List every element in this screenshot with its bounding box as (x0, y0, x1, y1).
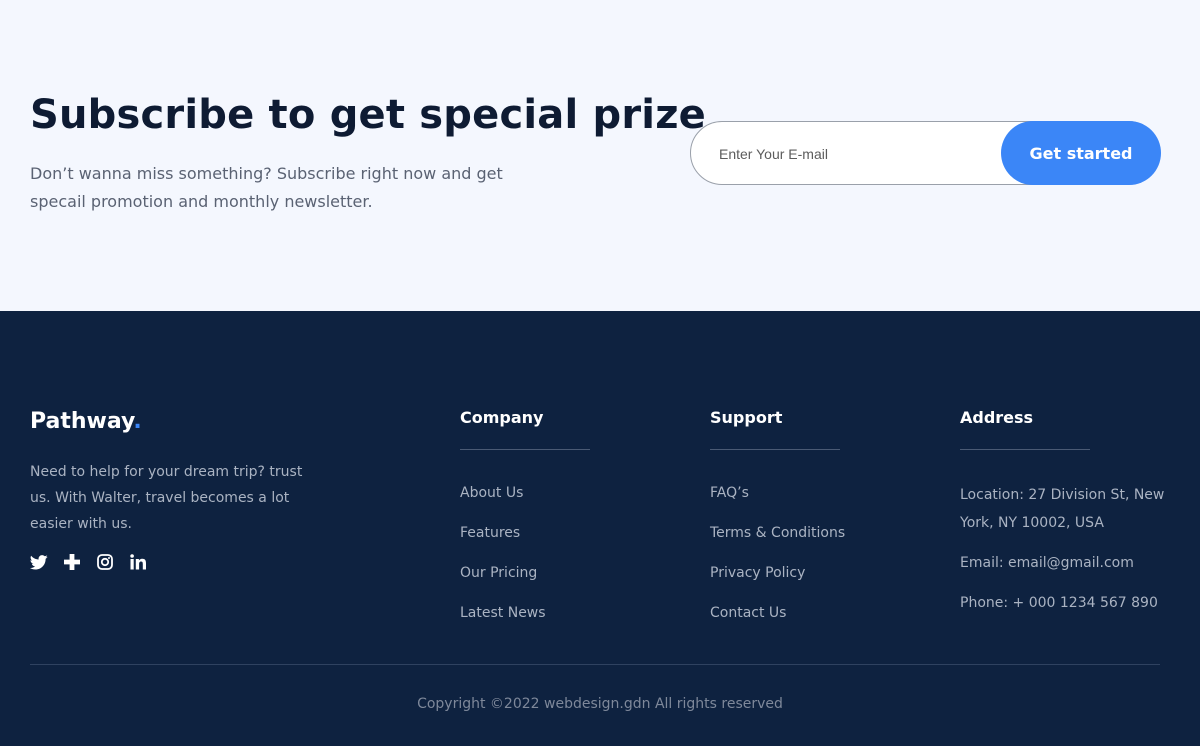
address-details: Location: 27 Division St, New York, NY 1… (960, 481, 1170, 617)
footer-link-privacy[interactable]: Privacy Policy (710, 563, 910, 603)
plus-icon[interactable] (63, 553, 81, 571)
support-divider (710, 449, 840, 450)
subscribe-title: Subscribe to get special prize (30, 92, 706, 138)
footer: Pathway. Need to help for your dream tri… (0, 311, 1200, 746)
footer-link-terms[interactable]: Terms & Conditions (710, 523, 910, 563)
get-started-button[interactable]: Get started (1001, 121, 1161, 185)
subscribe-form: Get started (690, 121, 1161, 185)
company-column: Company About Us Features Our Pricing La… (460, 408, 660, 643)
address-location: Location: 27 Division St, New York, NY 1… (960, 487, 1165, 531)
footer-link-contact[interactable]: Contact Us (710, 603, 910, 643)
twitter-icon[interactable] (30, 553, 48, 571)
brand-logo[interactable]: Pathway. (30, 409, 142, 434)
brand-name: Pathway (30, 409, 134, 434)
company-title: Company (460, 408, 544, 427)
support-title: Support (710, 408, 783, 427)
support-column: Support FAQ’s Terms & Conditions Privacy… (710, 408, 910, 643)
support-links: FAQ’s Terms & Conditions Privacy Policy … (710, 483, 910, 643)
footer-about-text: Need to help for your dream trip? trust … (30, 464, 303, 532)
address-email: Email: email@gmail.com (960, 555, 1134, 571)
company-divider (460, 449, 590, 450)
footer-link-our-pricing[interactable]: Our Pricing (460, 563, 660, 603)
footer-divider (30, 664, 1160, 665)
address-phone: Phone: + 000 1234 567 890 (960, 595, 1158, 611)
subscribe-description: Don’t wanna miss something? Subscribe ri… (30, 164, 503, 211)
address-title: Address (960, 408, 1034, 427)
email-input[interactable] (719, 143, 989, 165)
footer-link-features[interactable]: Features (460, 523, 660, 563)
company-links: About Us Features Our Pricing Latest New… (460, 483, 660, 643)
address-divider (960, 449, 1090, 450)
social-links (30, 553, 147, 571)
subscribe-section: Subscribe to get special prize Don’t wan… (0, 0, 1200, 311)
footer-link-latest-news[interactable]: Latest News (460, 603, 660, 643)
copyright-text: Copyright ©2022 webdesign.gdn All rights… (417, 696, 783, 712)
address-column: Address Location: 27 Division St, New Yo… (960, 408, 1164, 629)
footer-link-faqs[interactable]: FAQ’s (710, 483, 910, 523)
linkedin-icon[interactable] (129, 553, 147, 571)
instagram-icon[interactable] (96, 553, 114, 571)
footer-link-about-us[interactable]: About Us (460, 483, 660, 523)
brand-dot: . (133, 409, 142, 434)
